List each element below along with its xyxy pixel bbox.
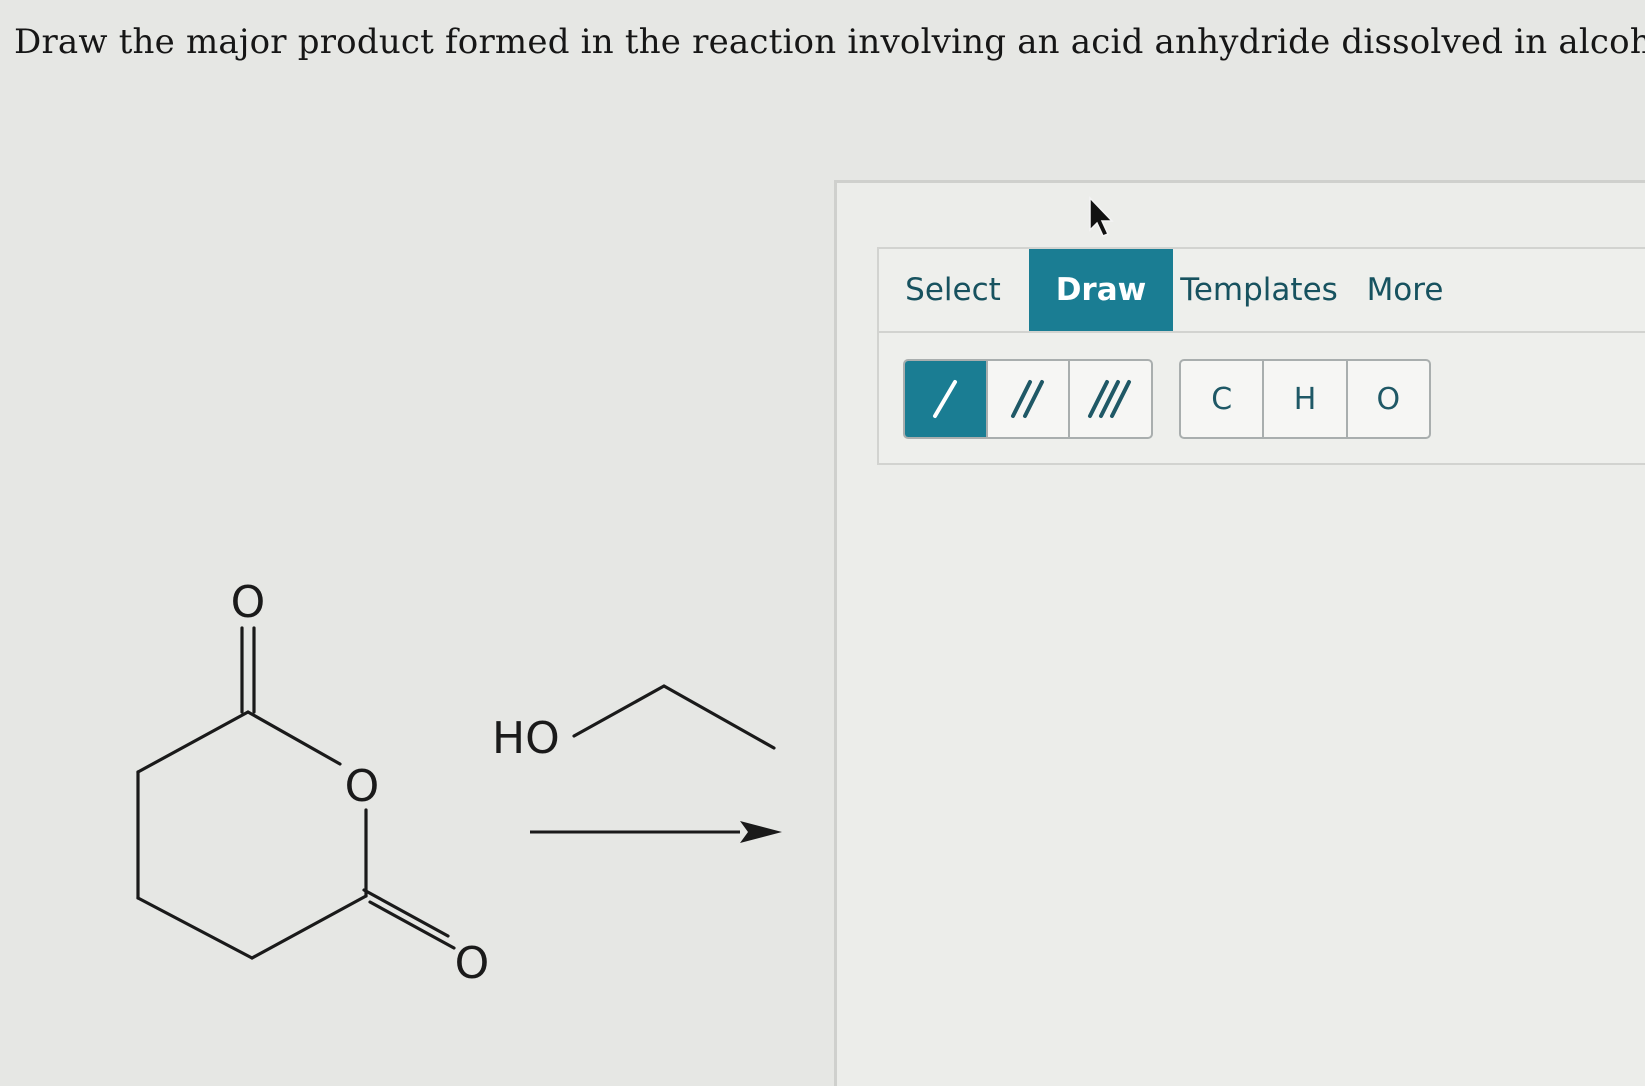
bond-c1-c2 [136, 710, 250, 774]
atom-hydrogen-button[interactable]: H [1264, 361, 1348, 437]
tab-draw[interactable]: Draw [1029, 249, 1173, 331]
mouse-pointer-icon [1089, 196, 1114, 237]
reaction-arrow [530, 821, 782, 843]
single-bond-button[interactable] [905, 361, 988, 437]
tab-select[interactable]: Select [893, 249, 1013, 331]
structure-editor[interactable]: Select Draw Templates More C H O [834, 180, 1645, 1086]
atom-tool-group: C H O [1179, 359, 1431, 439]
atom-carbon-button[interactable]: C [1181, 361, 1265, 437]
atom-oxygen-button[interactable]: O [1348, 361, 1429, 437]
bond-c5-o-double-a [362, 888, 450, 938]
triple-bond-icon [1087, 380, 1131, 418]
single-bond-icon [933, 380, 958, 418]
tab-more[interactable]: More [1355, 249, 1455, 331]
double-bond-button[interactable] [988, 361, 1071, 437]
carbonyl-oxygen-bottom: O [455, 938, 490, 989]
triple-bond-button[interactable] [1070, 361, 1151, 437]
anhydride-structure [136, 626, 456, 960]
bond-o-ch2 [572, 684, 666, 738]
reaction-scheme: O O O HO [136, 577, 782, 989]
double-bond-icon [1011, 380, 1044, 418]
tab-bar: Select Draw Templates More [879, 249, 1645, 333]
bond-c4-c5 [250, 894, 368, 960]
ring-oxygen: O [345, 761, 380, 812]
carbonyl-oxygen-top: O [231, 577, 266, 628]
bond-o-ring-c1 [246, 710, 342, 766]
bond-c5-o-double-b [368, 900, 456, 950]
bond-tool-group [903, 359, 1153, 439]
tab-templates[interactable]: Templates [1179, 249, 1339, 331]
question-text: Draw the major product formed in the rea… [14, 22, 1645, 62]
ethanol-chain [572, 684, 776, 750]
bond-c3-c4 [136, 896, 254, 960]
reagent-hydroxyl: HO [492, 713, 560, 764]
bond-ch2-ch3 [662, 684, 776, 750]
editor-toolbar: Select Draw Templates More C H O [877, 247, 1645, 465]
